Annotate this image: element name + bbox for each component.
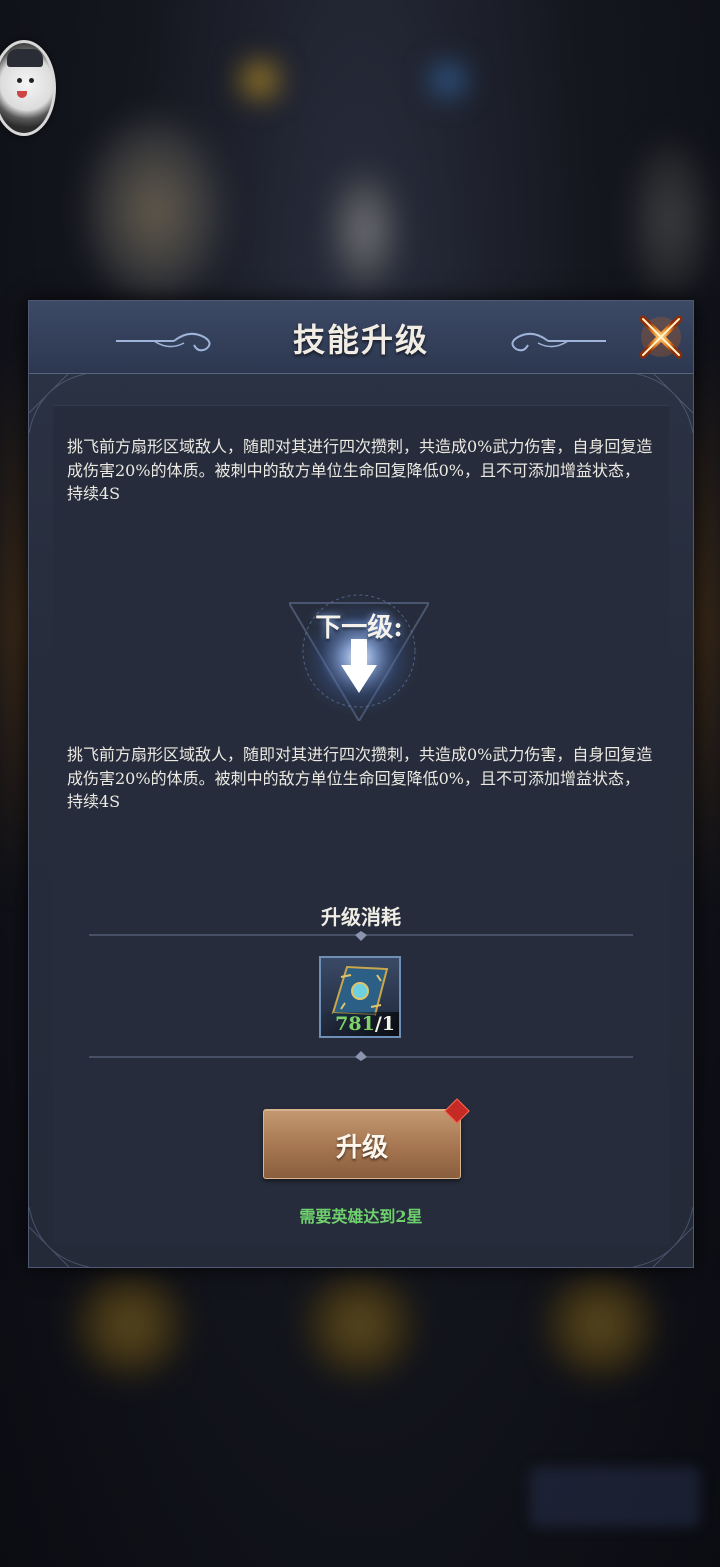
avatar-eye-icon [17,78,22,83]
current-skill-description: 挑飞前方扇形区域敌人，随即对其进行四次攒刺，共造成0%武力伤害，自身回复造成伤害… [67,437,653,503]
title-flourish-icon [511,332,606,352]
upgrade-requirement-text: 需要英雄达到2星 [299,1207,423,1226]
divider [89,1051,633,1061]
upgrade-material-slot[interactable]: 781/1 [319,956,401,1038]
upgrade-button-label: 升级 [335,1133,388,1163]
background-figure [330,170,400,290]
material-required: /1 [374,1013,395,1035]
close-icon[interactable] [635,311,687,363]
next-level-label: 下一级: [315,613,403,643]
background-gem-icon [430,62,466,98]
background-bottom-tab [530,1467,700,1527]
background-hero [80,110,230,310]
divider [89,931,633,941]
upgrade-button[interactable]: 升级 [263,1098,470,1179]
skill-upgrade-dialog: 技能升级 挑飞前方扇形区域敌人，随即对其进行四次攒刺，共造成0%武力伤害，自身回… [28,300,694,1268]
next-skill-description: 挑飞前方扇形区域敌人，随即对其进行四次攒刺，共造成0%武力伤害，自身回复造成伤害… [67,745,653,811]
background-side-menu [630,140,710,300]
avatar-mouth [17,91,27,98]
background-coin-icon [240,60,280,100]
avatar-eye-icon [29,78,34,83]
material-owned: 781 [335,1013,375,1035]
background-skill-ring-3 [540,1270,660,1380]
background-skill-ring-1 [70,1270,190,1380]
material-count: 781/1 [319,1012,399,1036]
background-skill-ring-2 [300,1270,420,1380]
upgrade-cost-title: 升级消耗 [321,905,401,929]
next-level-emblem: 下一级: [289,581,429,721]
avatar-cap [7,49,43,67]
next-level-glow-icon [289,587,429,721]
dialog-header: 技能升级 [29,301,693,374]
skill-book-icon [331,965,389,1019]
